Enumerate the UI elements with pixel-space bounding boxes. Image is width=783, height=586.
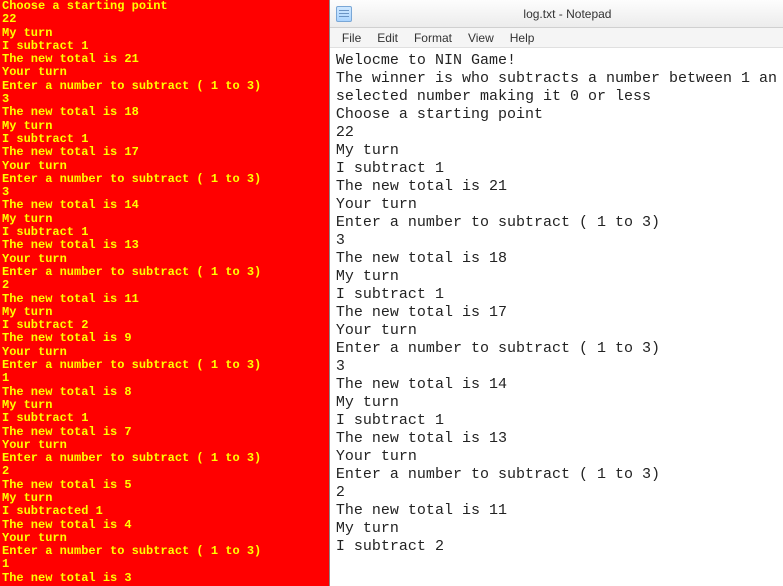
menu-edit[interactable]: Edit: [369, 29, 406, 47]
menu-format[interactable]: Format: [406, 29, 460, 47]
menu-view[interactable]: View: [460, 29, 502, 47]
menu-file[interactable]: File: [334, 29, 369, 47]
menubar: File Edit Format View Help: [330, 28, 783, 48]
notepad-window: log.txt - Notepad File Edit Format View …: [329, 0, 783, 586]
console-output: Choose a starting point 22 My turn I sub…: [0, 0, 329, 586]
window-title: log.txt - Notepad: [358, 7, 777, 21]
menu-help[interactable]: Help: [502, 29, 543, 47]
titlebar: log.txt - Notepad: [330, 0, 783, 28]
notepad-icon: [336, 6, 352, 22]
text-area[interactable]: Welocme to NIN Game! The winner is who s…: [330, 48, 783, 586]
